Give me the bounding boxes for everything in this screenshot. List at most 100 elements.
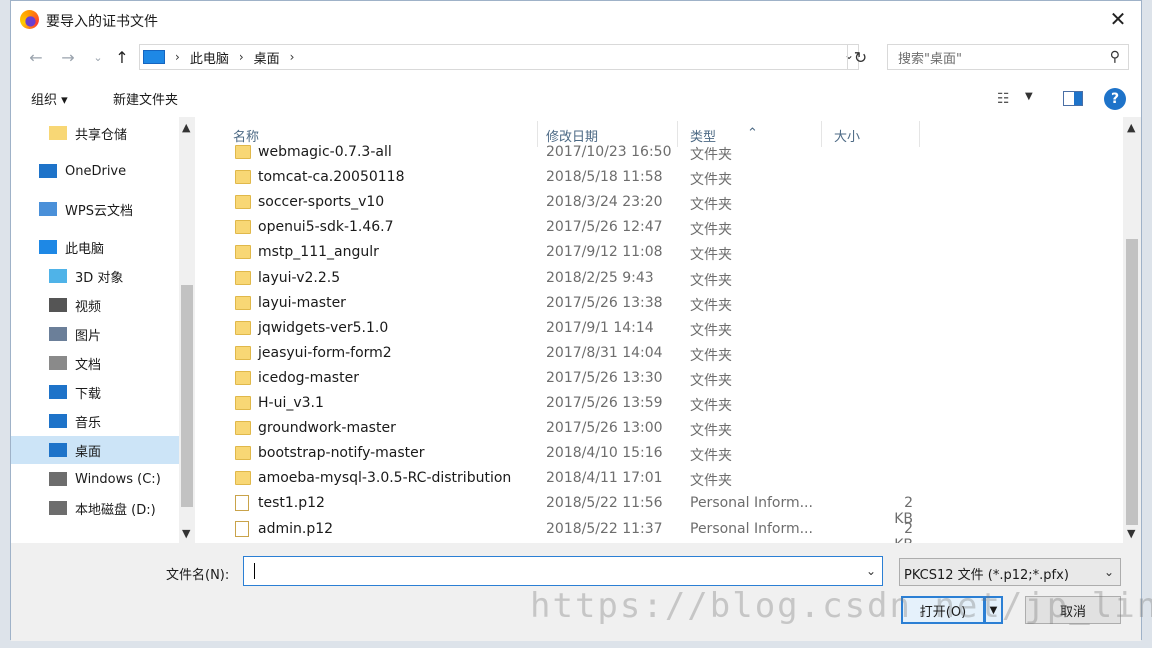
refresh-icon[interactable]: ↻ <box>847 45 873 69</box>
sidebar-item[interactable]: 下载 <box>11 378 181 406</box>
music-icon <box>49 414 67 428</box>
desktop-icon <box>49 443 67 457</box>
new-folder-button[interactable]: 新建文件夹 <box>113 89 178 108</box>
sidebar-item[interactable]: WPS云文档 <box>11 195 181 223</box>
file-type: 文件夹 <box>690 222 732 239</box>
folder-icon <box>235 195 251 210</box>
text-caret <box>254 563 255 579</box>
view-options-icon[interactable]: ☷ <box>997 91 1010 107</box>
file-type: 文件夹 <box>690 297 732 314</box>
sidebar-item[interactable]: 桌面 <box>11 436 181 464</box>
sidebar-item[interactable]: 本地磁盘 (D:) <box>11 494 181 522</box>
file-date: 2018/4/11 17:01 <box>546 470 663 487</box>
breadcrumb-desktop[interactable]: 桌面 <box>254 48 280 67</box>
scroll-down-icon[interactable]: ▼ <box>182 527 190 540</box>
cancel-button[interactable]: 取消 <box>1025 596 1121 624</box>
file-list: 名称 修改日期 类型 ⌃ 大小 webmagic-0.7.3-all 2017/1… <box>201 117 1143 543</box>
file-row[interactable]: jeasyui-form-form2 2017/8/31 14:04 文件夹 <box>201 341 1125 366</box>
file-name: test1.p12 <box>258 495 325 512</box>
file-row[interactable]: layui-v2.2.5 2018/2/25 9:43 文件夹 <box>201 266 1125 291</box>
file-row[interactable]: jqwidgets-ver5.1.0 2017/9/1 14:14 文件夹 <box>201 316 1125 341</box>
up-arrow-icon[interactable]: ↑ <box>111 45 133 69</box>
file-name: H-ui_v3.1 <box>258 395 324 411</box>
sidebar-item-label: 本地磁盘 (D:) <box>75 502 156 518</box>
file-name: icedog-master <box>258 369 359 386</box>
folder-icon <box>235 396 251 410</box>
sidebar-item[interactable]: 音乐 <box>11 407 181 435</box>
open-options-dropdown[interactable]: ▼ <box>985 596 1003 624</box>
forward-arrow-icon[interactable]: → <box>57 45 79 69</box>
sidebar-item[interactable]: 3D 对象 <box>11 262 181 290</box>
file-date: 2018/5/22 11:37 <box>546 520 663 537</box>
sidebar-item[interactable]: 此电脑 <box>11 233 181 261</box>
file-row[interactable]: layui-master 2017/5/26 13:38 文件夹 <box>201 291 1125 316</box>
file-row[interactable]: tomcat-ca.20050118 2018/5/18 11:58 文件夹 <box>201 165 1125 190</box>
file-type: 文件夹 <box>690 448 732 465</box>
sidebar-item-label: 文档 <box>75 357 102 373</box>
file-name: soccer-sports_v10 <box>258 194 385 211</box>
open-button[interactable]: 打开(O) <box>901 596 985 624</box>
file-row[interactable]: webmagic-0.7.3-all 2017/10/23 16:50 文件夹 <box>201 140 1125 165</box>
organize-button[interactable]: 组织 ▾ <box>31 89 68 108</box>
file-row[interactable]: admin.p12 2018/5/22 11:37 Personal Inform.… <box>201 517 1125 544</box>
file-type: 文件夹 <box>690 398 732 414</box>
sidebar-item[interactable]: Windows (C:) <box>11 465 181 493</box>
file-row[interactable]: icedog-master 2017/5/26 13:30 文件夹 <box>201 366 1125 391</box>
file-name: groundwork-master <box>258 420 396 437</box>
search-icon: ⚲ <box>1109 49 1120 65</box>
scroll-up-icon[interactable]: ▲ <box>1127 121 1135 134</box>
scroll-down-icon[interactable]: ▼ <box>1127 527 1135 540</box>
file-row[interactable]: amoeba-mysql-3.0.5-RC-distribution 2018/4… <box>201 466 1125 491</box>
folder-icon <box>235 295 251 310</box>
certificate-icon <box>235 495 249 512</box>
certificate-icon <box>235 520 249 537</box>
file-list-scroll-thumb[interactable] <box>1126 239 1138 525</box>
sidebar-item[interactable]: 文档 <box>11 349 181 377</box>
file-name: jqwidgets-ver5.1.0 <box>258 319 389 336</box>
file-row[interactable]: H-ui_v3.1 2017/5/26 13:59 文件夹 <box>201 391 1125 416</box>
back-arrow-icon[interactable]: ← <box>25 45 47 69</box>
file-row[interactable]: test1.p12 2018/5/22 11:56 Personal Inform.… <box>201 491 1125 527</box>
sidebar-scrollbar[interactable]: ▲ ▼ <box>179 117 195 543</box>
help-icon[interactable]: ? <box>1104 88 1126 110</box>
scroll-up-icon[interactable]: ▲ <box>182 121 190 134</box>
close-button[interactable]: ✕ <box>1095 1 1141 37</box>
file-type: 文件夹 <box>690 372 732 389</box>
search-input[interactable]: 搜索"桌面" ⚲ <box>887 44 1129 70</box>
file-type: 文件夹 <box>690 347 732 364</box>
chevron-right-icon[interactable]: › <box>290 50 295 64</box>
sidebar-item[interactable]: OneDrive <box>11 157 181 185</box>
cloud-outline-icon <box>39 202 57 216</box>
computer-icon <box>143 50 165 64</box>
chevron-down-icon[interactable]: ⌄ <box>866 564 876 578</box>
folder-icon <box>235 446 251 461</box>
file-row[interactable]: bootstrap-notify-master 2018/4/10 15:16 文件… <box>201 441 1125 466</box>
file-list-scrollbar[interactable]: ▲ ▼ <box>1123 117 1141 543</box>
chevron-right-icon: › <box>238 50 244 64</box>
preview-pane-icon[interactable] <box>1063 91 1083 106</box>
sidebar-item[interactable]: 共享仓储 <box>11 119 181 147</box>
chevron-down-icon[interactable]: ▼ <box>1025 91 1033 102</box>
file-date: 2018/4/10 15:16 <box>546 445 663 462</box>
filename-input[interactable]: ⌄ <box>243 556 883 586</box>
folder-icon <box>235 145 251 159</box>
address-bar[interactable]: › 此电脑 › 桌面 › ⌄ <box>139 44 859 70</box>
sidebar-item[interactable]: 图片 <box>11 320 181 348</box>
navigation-bar: ← → ⌄ ↑ › 此电脑 › 桌面 › ⌄ ↻ 搜索"桌面" ⚲ <box>11 43 1141 73</box>
file-name: webmagic-0.7.3-all <box>258 144 392 160</box>
file-type: Personal Inform... <box>690 495 813 512</box>
file-row[interactable]: mstp_111_angulr 2017/9/12 11:08 文件夹 <box>201 240 1125 265</box>
sidebar-item[interactable]: 视频 <box>11 291 181 319</box>
sidebar-item-label: 桌面 <box>75 444 102 460</box>
file-row[interactable]: groundwork-master 2017/5/26 13:00 文件夹 <box>201 416 1125 441</box>
file-row[interactable]: soccer-sports_v10 2018/3/24 23:20 文件夹 <box>201 190 1125 215</box>
file-type: 文件夹 <box>690 473 732 490</box>
file-size: 2 KB <box>894 520 913 544</box>
sidebar-scroll-thumb[interactable] <box>181 285 193 507</box>
recent-locations-icon[interactable]: ⌄ <box>87 45 109 69</box>
file-date: 2018/5/22 11:56 <box>546 495 663 512</box>
file-row[interactable]: openui5-sdk-1.46.7 2017/5/26 12:47 文件夹 <box>201 215 1125 240</box>
folder-icon <box>235 370 251 385</box>
file-type-select[interactable]: PKCS12 文件 (*.p12;*.pfx) ⌄ <box>899 558 1121 586</box>
breadcrumb-this-pc[interactable]: 此电脑 <box>190 48 229 67</box>
